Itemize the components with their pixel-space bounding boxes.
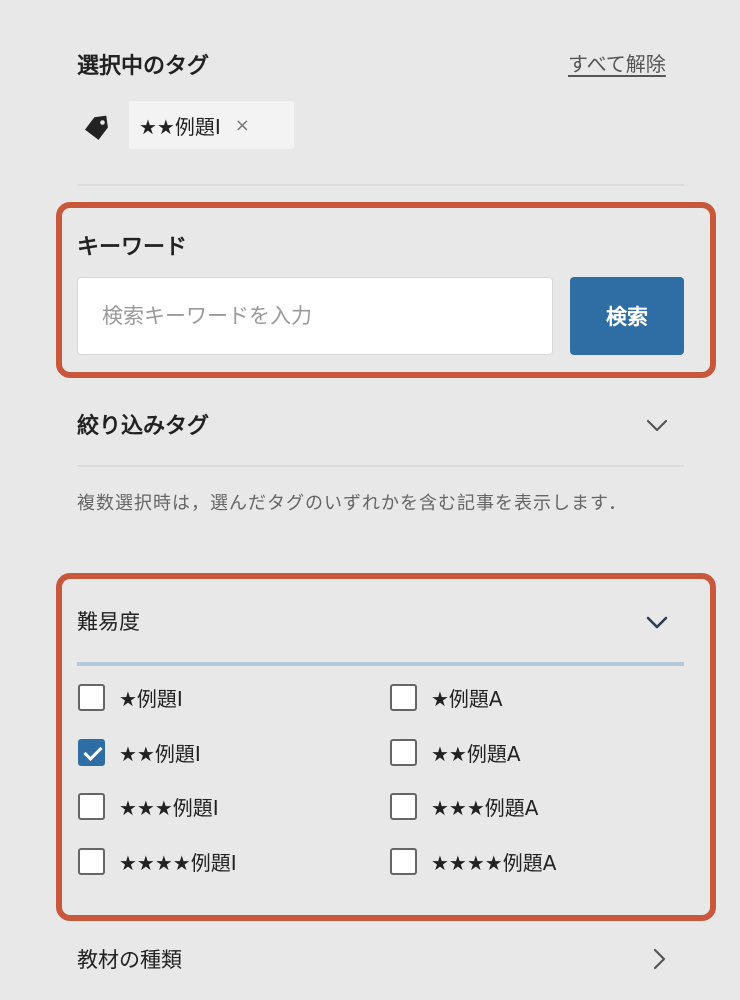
tag-icon [84,115,108,140]
difficulty-title: 難易度 [77,610,140,634]
divider [77,184,684,186]
checkbox-label: ★★例題I [119,742,201,766]
selected-tag-label: ★★例題I [139,114,221,139]
checkbox[interactable] [78,684,105,711]
checkbox[interactable] [78,848,105,875]
chevron-right-icon[interactable] [645,945,673,973]
chevron-down-icon[interactable] [643,411,671,439]
difficulty-option[interactable]: ★★★★例題I [78,847,237,876]
chevron-down-icon[interactable] [643,608,671,636]
difficulty-option[interactable]: ★★例題A [390,738,521,767]
checkbox-checked[interactable] [78,739,105,766]
checkbox[interactable] [390,684,417,711]
keyword-search-input[interactable] [77,277,553,355]
difficulty-option[interactable]: ★例題A [390,683,503,712]
clear-all-link[interactable]: すべて解除 [568,48,666,77]
material-type-title[interactable]: 教材の種類 [77,944,182,974]
checkbox-label: ★★★★例題I [119,851,237,875]
difficulty-option[interactable]: ★例題I [78,683,183,712]
checkbox-label: ★★★例題I [119,796,219,820]
remove-tag-button[interactable]: × [235,115,250,136]
difficulty-option[interactable]: ★★★★例題A [390,847,556,876]
checkbox-label: ★★例題A [431,742,521,766]
difficulty-option[interactable]: ★★★例題I [78,792,219,821]
checkbox-label: ★★★例題A [431,796,539,820]
difficulty-underline [77,662,684,666]
keyword-title: キーワード [77,235,188,260]
divider [77,465,684,467]
checkbox-label: ★例題I [119,687,183,711]
filter-tags-title: 絞り込みタグ [77,414,210,439]
checkbox[interactable] [390,793,417,820]
search-button[interactable]: 検索 [570,277,684,355]
checkbox-label: ★★★★例題A [431,851,557,875]
checkbox[interactable] [390,739,417,766]
difficulty-option[interactable]: ★★★例題A [390,792,538,821]
checkbox[interactable] [78,793,105,820]
checkbox-label: ★例題A [431,687,503,711]
checkbox[interactable] [390,848,417,875]
selected-tags-title: 選択中のタグ [77,54,210,79]
selected-tag-chip: ★★例題I × [129,101,294,149]
filter-help-text: 複数選択時は，選んだタグのいずれかを含む記事を表示します． [77,493,628,514]
difficulty-option[interactable]: ★★例題I [78,738,201,767]
